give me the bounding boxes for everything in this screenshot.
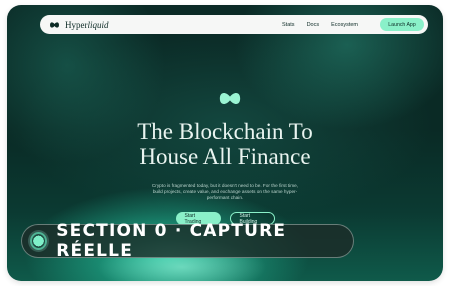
hero-subtext: Crypto is fragmented today, but it doesn… bbox=[151, 183, 299, 200]
nav-link-docs[interactable]: Docs bbox=[307, 22, 320, 28]
headline-line-2: House All Finance bbox=[139, 144, 311, 169]
headline-line-1: The Blockchain To bbox=[137, 119, 313, 144]
hyperliquid-hero-logo-icon bbox=[219, 93, 241, 104]
brand-name: Hyperliquid bbox=[65, 19, 109, 30]
nav-links: Stats Docs Ecosystem Launch App bbox=[282, 18, 424, 31]
record-dot-icon bbox=[30, 232, 48, 250]
brand[interactable]: Hyperliquid bbox=[48, 20, 109, 30]
launch-app-button[interactable]: Launch App bbox=[380, 18, 424, 31]
hyperliquid-logo-icon bbox=[50, 21, 59, 28]
top-nav: Hyperliquid Stats Docs Ecosystem Launch … bbox=[40, 15, 428, 34]
nav-link-ecosystem[interactable]: Ecosystem bbox=[331, 22, 358, 28]
section-banner: SECTION 0 · CAPTURE RÉELLE bbox=[21, 221, 354, 261]
banner-label: SECTION 0 · CAPTURE RÉELLE bbox=[56, 221, 287, 261]
nav-link-stats[interactable]: Stats bbox=[282, 22, 295, 28]
